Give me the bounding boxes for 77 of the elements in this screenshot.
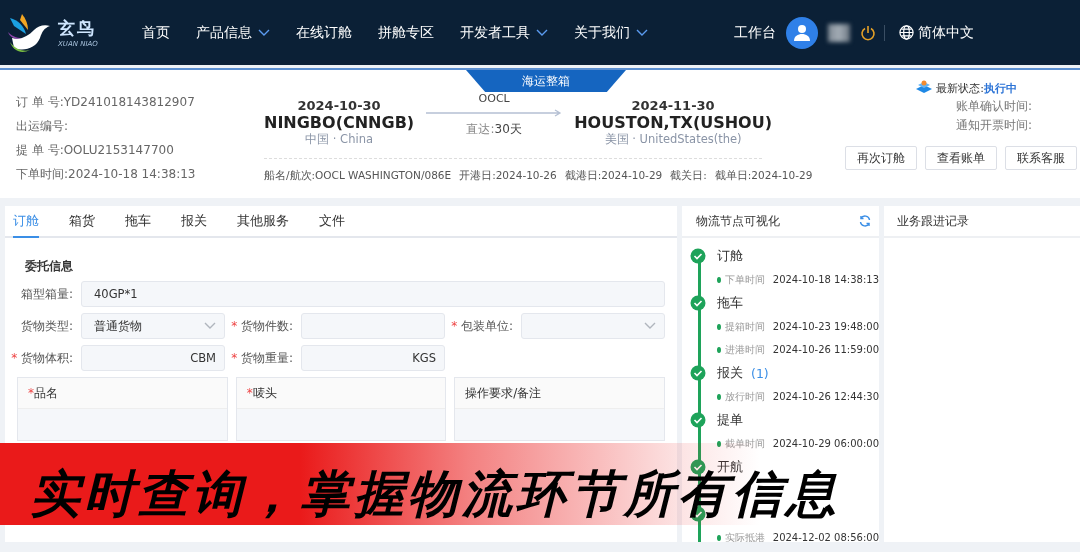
country: 美国 · UnitedStates(the): [604, 132, 742, 147]
port-name: NINGBO(CNNGB): [264, 113, 415, 132]
nav-item[interactable]: 产品信息: [196, 23, 270, 42]
vessel-detail: 截港日:2024-10-29: [564, 169, 663, 183]
status-field: 通知开票时间:: [955, 116, 1032, 134]
globe-icon: [899, 25, 914, 40]
brand-name: 玄鸟: [58, 17, 97, 40]
node-name: 订舱: [717, 247, 743, 265]
tab[interactable]: 拖车: [125, 206, 151, 238]
select-field[interactable]: [521, 313, 665, 339]
nav-item[interactable]: 拼舱专区: [378, 23, 434, 42]
section-title: 委托信息: [25, 258, 74, 275]
tab[interactable]: 订舱: [13, 206, 39, 238]
order-field: 提 单 号:OOLU2153147700: [16, 142, 264, 159]
workbench-link[interactable]: 工作台: [734, 23, 776, 42]
date: 2024-11-30: [631, 98, 715, 113]
carrier-name: OOCL: [478, 92, 510, 105]
field-label: * 货物件数:: [231, 317, 293, 335]
vessel-detail: 截关日:: [670, 169, 707, 183]
node-name: 拖车: [717, 294, 743, 312]
order-field: 下单时间:2024-10-18 14:38:13: [16, 166, 264, 183]
action-button[interactable]: 查看账单: [925, 146, 997, 170]
action-button[interactable]: 联系客服: [1005, 146, 1077, 170]
nav-item[interactable]: 在线订舱: [296, 23, 352, 42]
nav-item[interactable]: 关于我们: [574, 23, 648, 42]
vessel-detail: 船名/航次:OOCL WASHINGTON/086E: [264, 169, 452, 183]
port-name: HOUSTON,TX(USHOU): [574, 113, 772, 132]
field-label: 箱型箱量:: [20, 285, 73, 303]
tab[interactable]: 文件: [319, 206, 345, 238]
event-time: 进港时间 2024-10-26 11:59:00: [724, 342, 879, 357]
status-text: 最新状态:执行中: [936, 80, 1017, 96]
node-name: 报关: [717, 364, 743, 382]
vessel-detail: 截单日:2024-10-29: [714, 169, 813, 183]
tab[interactable]: 箱货: [69, 206, 95, 238]
field-label: * 包装单位:: [451, 317, 513, 335]
nav-item[interactable]: 开发者工具: [460, 23, 548, 42]
tab[interactable]: 其他服务: [237, 206, 289, 238]
event-time: 实际抵港 2024-12-02 08:56:00: [724, 530, 879, 542]
node-name: 提单: [717, 411, 743, 429]
blurred-username: [828, 23, 850, 42]
arrow-icon: [426, 109, 563, 117]
tab[interactable]: 报关: [181, 206, 207, 238]
event-time: 下单时间 2024-10-18 14:38:13: [724, 272, 879, 287]
language-selector[interactable]: 简体中文: [893, 22, 980, 43]
avatar[interactable]: [786, 16, 818, 49]
input-field[interactable]: [301, 313, 445, 339]
panel-title: 业务跟进记录: [884, 206, 1080, 238]
chevron-down-icon: [204, 322, 216, 330]
input-field[interactable]: CBM: [81, 345, 225, 371]
event-time: 放行时间 2024-10-26 12:44:30: [724, 389, 879, 404]
layers-icon: [915, 80, 934, 96]
text-area[interactable]: *品名: [17, 377, 228, 441]
date: 2024-10-30: [297, 98, 381, 113]
service-type-badge: 海运整箱: [466, 70, 626, 92]
event-time: 截单时间 2024-10-29 06:00:00: [724, 436, 879, 451]
power-icon[interactable]: [860, 24, 876, 41]
field-label: 货物类型:: [20, 317, 73, 335]
text-area[interactable]: 操作要求/备注: [454, 377, 665, 441]
node-count[interactable]: (1): [751, 365, 769, 381]
country: 中国 · China: [305, 132, 373, 147]
panel-title: 物流节点可视化: [696, 212, 780, 230]
transit-time: 直达:30天: [466, 121, 522, 138]
text-area[interactable]: *唛头: [235, 377, 447, 441]
select-field[interactable]: 普通货物: [81, 313, 225, 339]
nav-item[interactable]: 首页: [142, 23, 170, 42]
action-button[interactable]: 再次订舱: [845, 146, 917, 170]
event-time: 提箱时间 2024-10-23 19:48:00: [724, 319, 879, 334]
order-field: 出运编号:: [16, 118, 264, 135]
status-field: 账单确认时间:: [955, 97, 1032, 115]
refresh-icon[interactable]: [859, 215, 871, 227]
input-field[interactable]: 40GP*1: [81, 281, 665, 307]
chevron-down-icon: [644, 322, 656, 330]
vessel-detail: 开港日:2024-10-26: [459, 169, 557, 183]
input-field[interactable]: KGS: [301, 345, 445, 371]
order-field: 订 单 号:YD241018143812907: [16, 94, 264, 111]
field-label: * 货物重量:: [231, 349, 293, 367]
field-label: * 货物体积:: [11, 349, 73, 367]
